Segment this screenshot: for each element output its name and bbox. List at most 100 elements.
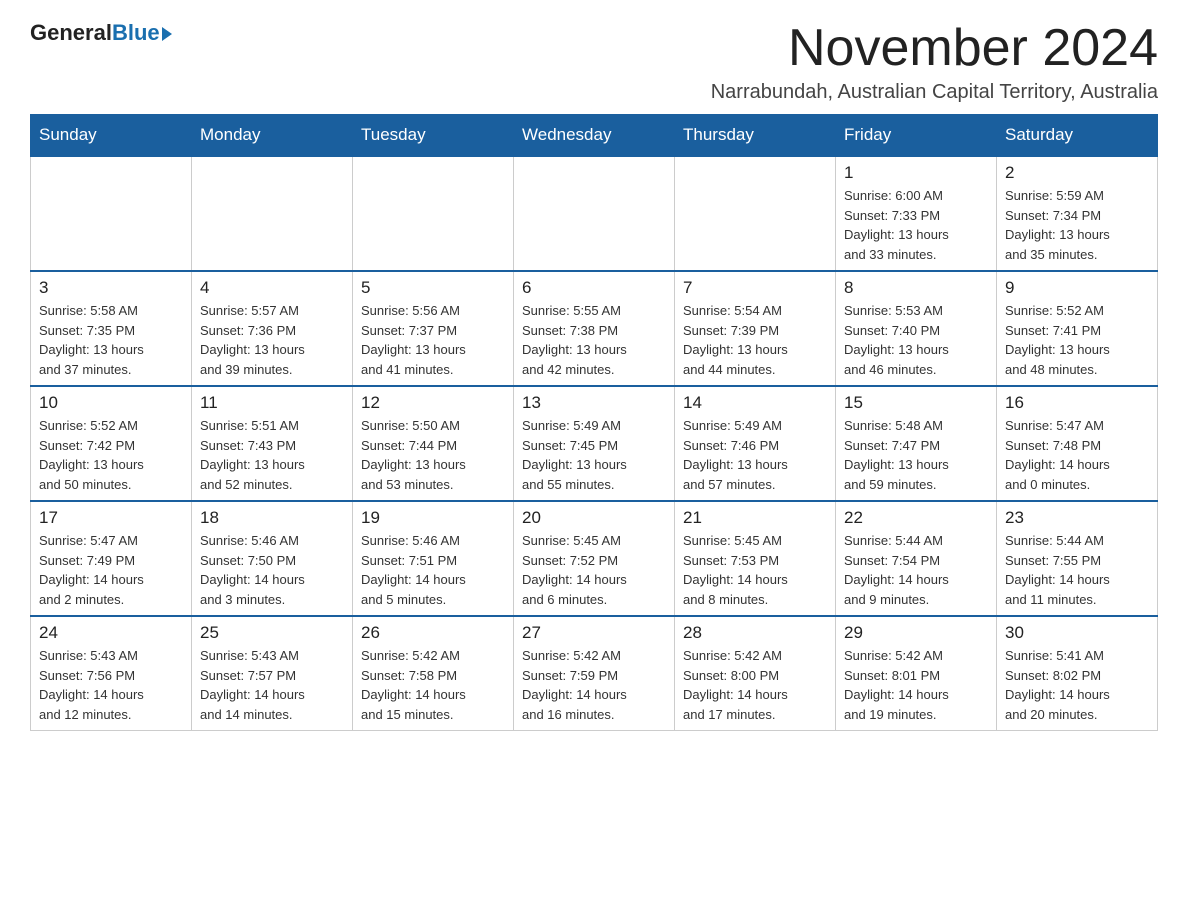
day-info: Sunrise: 5:43 AMSunset: 7:56 PMDaylight:… xyxy=(39,646,183,724)
day-info: Sunrise: 5:42 AMSunset: 7:58 PMDaylight:… xyxy=(361,646,505,724)
calendar-cell: 1 Sunrise: 6:00 AMSunset: 7:33 PMDaylight… xyxy=(836,156,997,271)
calendar-cell: 30 Sunrise: 5:41 AMSunset: 8:02 PMDayligh… xyxy=(997,616,1158,731)
day-number: 23 xyxy=(1005,508,1149,528)
month-title: November 2024 xyxy=(711,20,1158,77)
logo-arrow-icon xyxy=(162,27,172,41)
calendar-cell xyxy=(192,156,353,271)
calendar-week-row: 24 Sunrise: 5:43 AMSunset: 7:56 PMDayligh… xyxy=(31,616,1158,731)
day-info: Sunrise: 5:46 AMSunset: 7:51 PMDaylight:… xyxy=(361,531,505,609)
subtitle: Narrabundah, Australian Capital Territor… xyxy=(711,81,1158,104)
title-area: November 2024 Narrabundah, Australian Ca… xyxy=(711,20,1158,104)
day-number: 2 xyxy=(1005,163,1149,183)
calendar-cell xyxy=(514,156,675,271)
calendar-cell xyxy=(31,156,192,271)
day-number: 20 xyxy=(522,508,666,528)
calendar-cell: 21Sunrise: 5:45 AMSunset: 7:53 PMDayligh… xyxy=(675,501,836,616)
day-info: Sunrise: 5:42 AMSunset: 8:01 PMDaylight:… xyxy=(844,646,988,724)
day-info: Sunrise: 5:41 AMSunset: 8:02 PMDaylight:… xyxy=(1005,646,1149,724)
day-number: 6 xyxy=(522,278,666,298)
calendar-header-friday: Friday xyxy=(836,115,997,157)
calendar-header-sunday: Sunday xyxy=(31,115,192,157)
calendar-week-row: 3 Sunrise: 5:58 AMSunset: 7:35 PMDaylight… xyxy=(31,271,1158,386)
calendar-cell: 8 Sunrise: 5:53 AMSunset: 7:40 PMDaylight… xyxy=(836,271,997,386)
day-number: 12 xyxy=(361,393,505,413)
day-info: Sunrise: 5:47 AMSunset: 7:48 PMDaylight:… xyxy=(1005,416,1149,494)
calendar-cell: 5Sunrise: 5:56 AMSunset: 7:37 PMDaylight… xyxy=(353,271,514,386)
logo-general: General xyxy=(30,20,112,46)
day-info: Sunrise: 5:47 AMSunset: 7:49 PMDaylight:… xyxy=(39,531,183,609)
day-number: 18 xyxy=(200,508,344,528)
calendar-cell: 16 Sunrise: 5:47 AMSunset: 7:48 PMDayligh… xyxy=(997,386,1158,501)
day-number: 30 xyxy=(1005,623,1149,643)
calendar-header-tuesday: Tuesday xyxy=(353,115,514,157)
logo: General Blue xyxy=(30,20,172,46)
calendar-cell: 10 Sunrise: 5:52 AMSunset: 7:42 PMDayligh… xyxy=(31,386,192,501)
calendar-table: SundayMondayTuesdayWednesdayThursdayFrid… xyxy=(30,114,1158,731)
calendar-cell: 14Sunrise: 5:49 AMSunset: 7:46 PMDayligh… xyxy=(675,386,836,501)
day-number: 10 xyxy=(39,393,183,413)
day-info: Sunrise: 5:49 AMSunset: 7:45 PMDaylight:… xyxy=(522,416,666,494)
day-number: 28 xyxy=(683,623,827,643)
day-number: 22 xyxy=(844,508,988,528)
day-number: 16 xyxy=(1005,393,1149,413)
calendar-cell: 25Sunrise: 5:43 AMSunset: 7:57 PMDayligh… xyxy=(192,616,353,731)
calendar-cell: 12 Sunrise: 5:50 AMSunset: 7:44 PMDayligh… xyxy=(353,386,514,501)
day-number: 27 xyxy=(522,623,666,643)
day-number: 4 xyxy=(200,278,344,298)
calendar-cell: 20 Sunrise: 5:45 AMSunset: 7:52 PMDayligh… xyxy=(514,501,675,616)
calendar-header-wednesday: Wednesday xyxy=(514,115,675,157)
day-info: Sunrise: 5:48 AMSunset: 7:47 PMDaylight:… xyxy=(844,416,988,494)
day-info: Sunrise: 5:56 AMSunset: 7:37 PMDaylight:… xyxy=(361,301,505,379)
day-number: 21 xyxy=(683,508,827,528)
day-number: 3 xyxy=(39,278,183,298)
calendar-cell: 23 Sunrise: 5:44 AMSunset: 7:55 PMDayligh… xyxy=(997,501,1158,616)
calendar-week-row: 1 Sunrise: 6:00 AMSunset: 7:33 PMDaylight… xyxy=(31,156,1158,271)
calendar-cell: 19 Sunrise: 5:46 AMSunset: 7:51 PMDayligh… xyxy=(353,501,514,616)
calendar-cell: 9Sunrise: 5:52 AMSunset: 7:41 PMDaylight… xyxy=(997,271,1158,386)
calendar-header-row: SundayMondayTuesdayWednesdayThursdayFrid… xyxy=(31,115,1158,157)
calendar-cell: 28 Sunrise: 5:42 AMSunset: 8:00 PMDayligh… xyxy=(675,616,836,731)
calendar-cell: 13Sunrise: 5:49 AMSunset: 7:45 PMDayligh… xyxy=(514,386,675,501)
day-info: Sunrise: 5:51 AMSunset: 7:43 PMDaylight:… xyxy=(200,416,344,494)
day-info: Sunrise: 5:54 AMSunset: 7:39 PMDaylight:… xyxy=(683,301,827,379)
logo-blue-text: Blue xyxy=(112,20,172,46)
day-info: Sunrise: 5:53 AMSunset: 7:40 PMDaylight:… xyxy=(844,301,988,379)
day-number: 29 xyxy=(844,623,988,643)
calendar-cell: 24 Sunrise: 5:43 AMSunset: 7:56 PMDayligh… xyxy=(31,616,192,731)
calendar-cell: 27Sunrise: 5:42 AMSunset: 7:59 PMDayligh… xyxy=(514,616,675,731)
day-info: Sunrise: 5:57 AMSunset: 7:36 PMDaylight:… xyxy=(200,301,344,379)
day-info: Sunrise: 5:44 AMSunset: 7:55 PMDaylight:… xyxy=(1005,531,1149,609)
calendar-cell: 15Sunrise: 5:48 AMSunset: 7:47 PMDayligh… xyxy=(836,386,997,501)
calendar-cell: 2 Sunrise: 5:59 AMSunset: 7:34 PMDaylight… xyxy=(997,156,1158,271)
calendar-cell: 7 Sunrise: 5:54 AMSunset: 7:39 PMDaylight… xyxy=(675,271,836,386)
calendar-cell: 17Sunrise: 5:47 AMSunset: 7:49 PMDayligh… xyxy=(31,501,192,616)
day-info: Sunrise: 5:42 AMSunset: 8:00 PMDaylight:… xyxy=(683,646,827,724)
day-info: Sunrise: 6:00 AMSunset: 7:33 PMDaylight:… xyxy=(844,186,988,264)
day-info: Sunrise: 5:50 AMSunset: 7:44 PMDaylight:… xyxy=(361,416,505,494)
calendar-week-row: 17Sunrise: 5:47 AMSunset: 7:49 PMDayligh… xyxy=(31,501,1158,616)
calendar-header-thursday: Thursday xyxy=(675,115,836,157)
day-number: 14 xyxy=(683,393,827,413)
day-number: 7 xyxy=(683,278,827,298)
day-number: 9 xyxy=(1005,278,1149,298)
day-number: 26 xyxy=(361,623,505,643)
calendar-cell: 3 Sunrise: 5:58 AMSunset: 7:35 PMDaylight… xyxy=(31,271,192,386)
day-number: 11 xyxy=(200,393,344,413)
day-info: Sunrise: 5:44 AMSunset: 7:54 PMDaylight:… xyxy=(844,531,988,609)
calendar-cell: 11 Sunrise: 5:51 AMSunset: 7:43 PMDayligh… xyxy=(192,386,353,501)
day-info: Sunrise: 5:58 AMSunset: 7:35 PMDaylight:… xyxy=(39,301,183,379)
day-info: Sunrise: 5:59 AMSunset: 7:34 PMDaylight:… xyxy=(1005,186,1149,264)
day-info: Sunrise: 5:46 AMSunset: 7:50 PMDaylight:… xyxy=(200,531,344,609)
calendar-cell xyxy=(353,156,514,271)
day-number: 8 xyxy=(844,278,988,298)
day-info: Sunrise: 5:43 AMSunset: 7:57 PMDaylight:… xyxy=(200,646,344,724)
day-number: 1 xyxy=(844,163,988,183)
day-info: Sunrise: 5:55 AMSunset: 7:38 PMDaylight:… xyxy=(522,301,666,379)
day-number: 24 xyxy=(39,623,183,643)
calendar-cell: 26 Sunrise: 5:42 AMSunset: 7:58 PMDayligh… xyxy=(353,616,514,731)
day-info: Sunrise: 5:45 AMSunset: 7:52 PMDaylight:… xyxy=(522,531,666,609)
calendar-cell xyxy=(675,156,836,271)
day-info: Sunrise: 5:52 AMSunset: 7:42 PMDaylight:… xyxy=(39,416,183,494)
day-number: 19 xyxy=(361,508,505,528)
calendar-cell: 29 Sunrise: 5:42 AMSunset: 8:01 PMDayligh… xyxy=(836,616,997,731)
